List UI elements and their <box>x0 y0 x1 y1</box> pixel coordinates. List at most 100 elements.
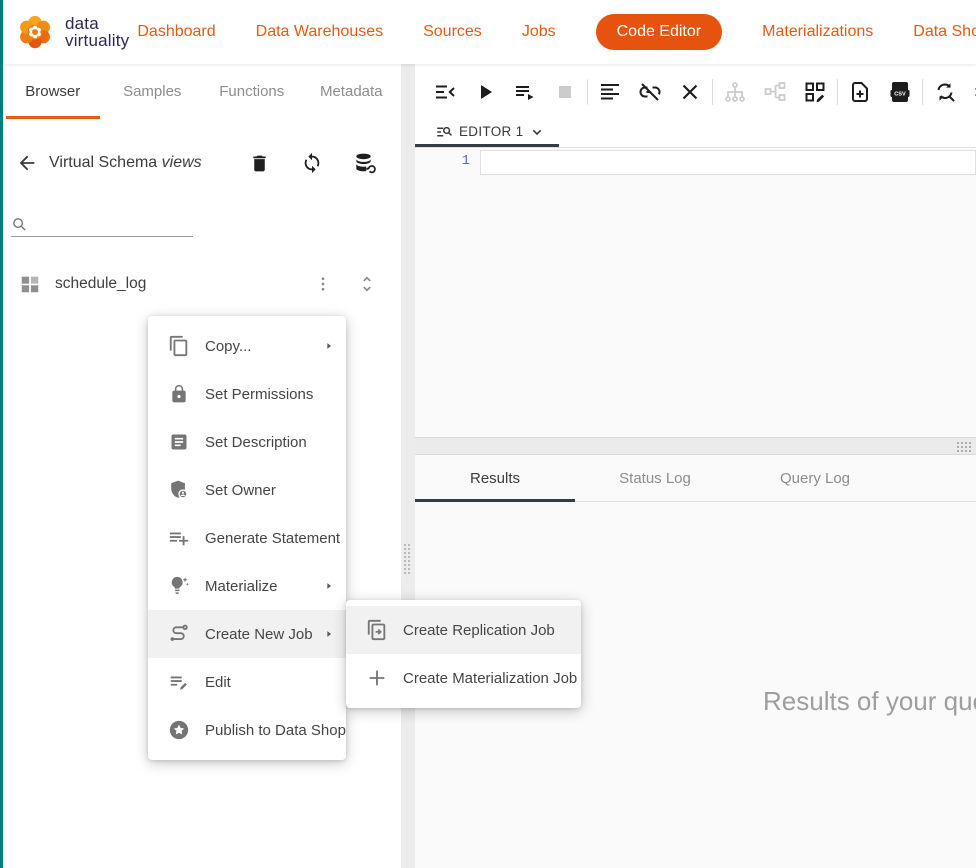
logo-flower-icon <box>14 11 56 53</box>
export-csv-button[interactable]: CSV <box>880 72 920 112</box>
search-box <box>11 213 193 237</box>
edit-list-icon <box>168 671 190 693</box>
tree-item-schedule-log[interactable]: schedule_log <box>3 265 401 303</box>
menu-item-set-permissions[interactable]: Set Permissions <box>148 370 346 418</box>
menu-item-create-materialization-job[interactable]: Create Materialization Job <box>346 654 581 702</box>
copy-icon <box>168 335 190 357</box>
tree-item-label: schedule_log <box>55 275 146 293</box>
tab-editor-1[interactable]: EDITOR 1 <box>415 119 559 147</box>
view-grid-icon <box>19 273 41 295</box>
tab-results[interactable]: Results <box>415 455 575 501</box>
nav-items: Dashboard Data Warehouses Sources Jobs C… <box>137 14 976 50</box>
dashboard-edit-button[interactable] <box>795 72 835 112</box>
tab-browser[interactable]: Browser <box>3 64 103 119</box>
menu-item-set-owner[interactable]: Set Owner <box>148 466 346 514</box>
stop-icon <box>553 80 577 104</box>
unlink-button[interactable] <box>630 72 670 112</box>
nav-item-sources[interactable]: Sources <box>423 14 482 50</box>
results-placeholder-text: Results of your querie <box>763 686 976 717</box>
toolbar-divider <box>712 79 713 105</box>
refresh-schema-button[interactable] <box>352 150 378 176</box>
panel-resize-handle-vertical[interactable] <box>401 64 415 868</box>
panel-resize-handle-horizontal[interactable] <box>415 437 976 455</box>
nav-item-code-editor[interactable]: Code Editor <box>596 14 723 50</box>
tab-metadata[interactable]: Metadata <box>302 64 402 119</box>
toolbar-divider <box>922 79 923 105</box>
clear-icon <box>678 80 702 104</box>
create-job-submenu: Create Replication Job Create Materializ… <box>346 600 581 708</box>
dependencies-tree-button <box>715 72 755 112</box>
tab-samples[interactable]: Samples <box>103 64 203 119</box>
results-tab-bar: Results Status Log Query Log <box>415 455 976 502</box>
nav-item-data-shop[interactable]: Data Shop <box>913 14 976 50</box>
run-selection-icon <box>513 80 537 104</box>
collapse-editor-button[interactable] <box>425 72 465 112</box>
editor-tab-bar: EDITOR 1 <box>415 119 976 148</box>
context-menu: Copy... Set Permissions Set Description … <box>148 316 346 760</box>
nav-item-materializations[interactable]: Materializations <box>762 14 873 50</box>
app-window: data virtuality Dashboard Data Warehouse… <box>0 0 976 868</box>
back-arrow-icon <box>16 152 38 174</box>
editor-active-line[interactable] <box>480 150 976 175</box>
refresh-button[interactable] <box>299 150 325 176</box>
editor-toolbar: CSV <box>415 64 976 119</box>
data-lineage-icon <box>763 80 787 104</box>
link-off-icon <box>638 80 662 104</box>
submenu-arrow-icon <box>324 629 334 639</box>
format-align-icon <box>598 80 622 104</box>
find-replace-button[interactable] <box>925 72 965 112</box>
run-icon <box>473 80 497 104</box>
nav-item-dashboard[interactable]: Dashboard <box>137 14 215 50</box>
tab-query-log[interactable]: Query Log <box>735 455 895 501</box>
submenu-arrow-icon <box>324 341 334 351</box>
submenu-arrow-icon <box>324 581 334 591</box>
nav-item-data-warehouses[interactable]: Data Warehouses <box>256 14 383 50</box>
format-query-button[interactable] <box>590 72 630 112</box>
more-options-button[interactable] <box>313 272 333 296</box>
menu-item-create-replication-job[interactable]: Create Replication Job <box>346 606 581 654</box>
schema-title: Virtual Schema views <box>49 154 202 172</box>
lightbulb-icon <box>168 575 190 597</box>
menu-item-copy[interactable]: Copy... <box>148 322 346 370</box>
menu-item-generate-statement[interactable]: Generate Statement <box>148 514 346 562</box>
editor-panel: CSV EDITOR 1 1 Results S <box>415 64 976 868</box>
nav-item-jobs[interactable]: Jobs <box>522 14 556 50</box>
playlist-add-icon <box>168 527 190 549</box>
route-icon <box>168 623 190 645</box>
search-input[interactable] <box>32 213 213 233</box>
database-refresh-icon <box>353 151 377 175</box>
menu-item-edit[interactable]: Edit <box>148 658 346 706</box>
logo-wordmark: data virtuality <box>65 15 129 49</box>
unfold-icon <box>357 274 377 294</box>
settings-button[interactable] <box>965 72 976 112</box>
run-selection-button[interactable] <box>505 72 545 112</box>
new-file-button[interactable] <box>840 72 880 112</box>
star-circle-icon <box>168 719 190 741</box>
tab-status-log[interactable]: Status Log <box>575 455 735 501</box>
expand-collapse-button[interactable] <box>357 272 377 296</box>
svg-text:CSV: CSV <box>894 91 906 97</box>
clear-editor-button[interactable] <box>670 72 710 112</box>
refresh-icon <box>301 152 323 174</box>
dashboard-edit-icon <box>803 80 827 104</box>
menu-item-materialize[interactable]: Materialize <box>148 562 346 610</box>
manage-search-icon <box>435 123 453 141</box>
line-number: 1 <box>415 153 470 169</box>
menu-item-set-description[interactable]: Set Description <box>148 418 346 466</box>
code-editor-area[interactable]: 1 <box>415 148 976 437</box>
lock-icon <box>168 383 190 405</box>
editor-tab-label: EDITOR 1 <box>459 124 523 139</box>
copy-arrow-icon <box>366 619 388 641</box>
menu-item-publish-to-data-shop[interactable]: Publish to Data Shop <box>148 706 346 754</box>
back-button[interactable] <box>11 147 43 179</box>
delete-button[interactable] <box>246 150 272 176</box>
tab-functions[interactable]: Functions <box>202 64 302 119</box>
sidebar-tabs: Browser Samples Functions Metadata <box>3 64 401 119</box>
plus-icon <box>366 667 388 689</box>
document-icon <box>168 431 190 453</box>
new-file-icon <box>848 80 872 104</box>
chevron-down-icon[interactable] <box>529 124 545 140</box>
menu-item-create-new-job[interactable]: Create New Job <box>148 610 346 658</box>
run-button[interactable] <box>465 72 505 112</box>
csv-file-icon: CSV <box>888 80 912 104</box>
